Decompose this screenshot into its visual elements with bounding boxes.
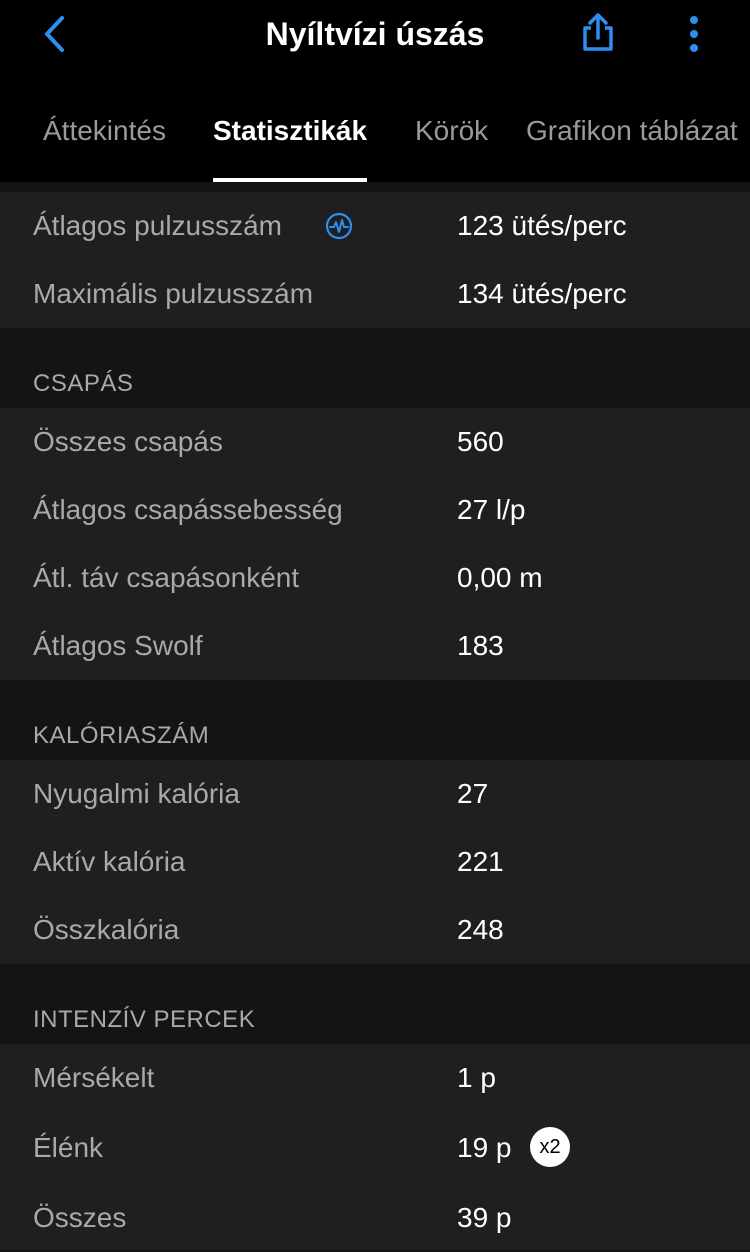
tab-bar: Áttekintés Statisztikák Körök Grafikon t… (0, 100, 750, 182)
stat-row-avg-heart-rate[interactable]: Átlagos pulzusszám 123 ütés/perc (0, 192, 750, 260)
stat-value: 134 ütés/perc (457, 278, 627, 309)
heart-rate-section: Átlagos pulzusszám 123 ütés/perc Maximál… (0, 192, 750, 328)
stat-row-max-heart-rate: Maximális pulzusszám 134 ütés/perc (0, 260, 750, 328)
stat-row-total-strokes: Összes csapás 560 (0, 408, 750, 476)
stat-label: Mérsékelt (33, 1062, 155, 1093)
top-bar: Nyíltvízi úszás Áttekintés Statisztikák … (0, 0, 750, 182)
stat-label: Átlagos Swolf (33, 630, 203, 661)
calories-section: Nyugalmi kalória 27 Aktív kalória 221 Ös… (0, 760, 750, 964)
stat-value: 183 (457, 630, 504, 661)
stat-row-total-intensity: Összes 39 p (0, 1184, 750, 1252)
stat-row-avg-stroke-rate: Átlagos csapássebesség 27 l/p (0, 476, 750, 544)
tab-charts[interactable]: Grafikon táblázat (526, 100, 738, 182)
page-title: Nyíltvízi úszás (265, 16, 485, 52)
stat-value: 123 ütés/perc (457, 210, 627, 241)
more-options-button[interactable] (670, 8, 718, 60)
stat-label: Összes (33, 1202, 127, 1233)
stat-value: 560 (457, 426, 504, 457)
stat-value: 27 l/p (457, 494, 526, 525)
section-header-intensity: INTENZÍV PERCEK (33, 1006, 256, 1033)
section-header-calories: KALÓRIASZÁM (33, 722, 210, 749)
heart-rate-icon (325, 212, 353, 240)
stat-row-vigorous: Élénk 19 p (0, 1114, 750, 1182)
stat-label: Nyugalmi kalória (33, 778, 240, 809)
more-vertical-icon (690, 16, 698, 52)
tab-statistics[interactable]: Statisztikák (213, 100, 368, 182)
stat-value: 1 p (457, 1062, 496, 1093)
share-button[interactable] (574, 8, 622, 56)
tab-overview[interactable]: Áttekintés (43, 100, 166, 182)
stat-label: Élénk (33, 1132, 104, 1163)
section-header-stroke: CSAPÁS (33, 370, 134, 397)
stat-value: 39 p (457, 1202, 512, 1233)
tab-laps[interactable]: Körök (415, 100, 488, 182)
stroke-section: Összes csapás 560 Átlagos csapássebesség… (0, 408, 750, 680)
stat-value: 19 p (457, 1132, 512, 1163)
stat-value: 221 (457, 846, 504, 877)
stat-label: Maximális pulzusszám (33, 278, 314, 309)
stat-value: 248 (457, 914, 504, 945)
stat-label: Átl. táv csapásonként (33, 562, 300, 593)
stat-row-avg-distance-per-stroke: Átl. táv csapásonként 0,00 m (0, 544, 750, 612)
stat-row-active-calories: Aktív kalória 221 (0, 828, 750, 896)
stat-label: Összes csapás (33, 426, 223, 457)
intensity-section: Mérsékelt 1 p Élénk 19 p Összes 39 p (0, 1044, 750, 1250)
stat-value: 0,00 m (457, 562, 543, 593)
stat-label: Átlagos pulzusszám (33, 210, 283, 241)
stat-row-resting-calories: Nyugalmi kalória 27 (0, 760, 750, 828)
stat-label: Összkalória (33, 914, 180, 945)
stat-row-avg-swolf: Átlagos Swolf 183 (0, 612, 750, 680)
share-icon (583, 13, 613, 51)
stat-value: 27 (457, 778, 489, 809)
stat-row-moderate: Mérsékelt 1 p (0, 1044, 750, 1112)
stat-label: Aktív kalória (33, 846, 186, 877)
stat-label: Átlagos csapássebesség (33, 494, 343, 525)
multiplier-badge: x2 (530, 1127, 570, 1167)
stat-row-total-calories: Összkalória 248 (0, 896, 750, 964)
